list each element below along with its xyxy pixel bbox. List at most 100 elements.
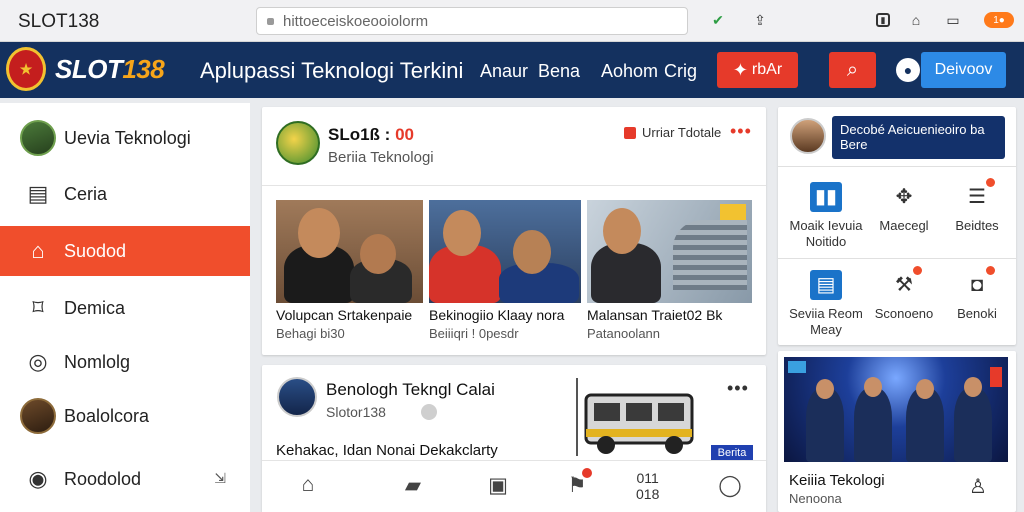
thumbnail-2-title[interactable]: Bekinogiio Klaay nora <box>429 307 564 323</box>
clock-bottom: 018 <box>636 486 660 502</box>
sidebar: Uevia Teknologi ▤ Ceria ⌂ Suodod ⌑ Demic… <box>0 103 250 512</box>
more-options-icon[interactable]: ••• <box>730 121 752 142</box>
home-icon[interactable]: ⌂ <box>293 470 323 500</box>
live-flag-icon <box>990 367 1002 387</box>
nav-link-2[interactable]: Bena <box>538 61 580 82</box>
sidebar-item-label: Uevia Teknologi <box>64 127 191 148</box>
post-author[interactable]: SLo1ß : 00 <box>328 125 414 145</box>
sidebar-item-nomlolg[interactable]: ◎ Nomlolg <box>0 337 250 387</box>
tag-icon: ⌑ <box>32 295 44 320</box>
page-avatar[interactable] <box>276 121 320 165</box>
address-text: hittoeceiskoeooiolorm <box>283 13 429 30</box>
expand-icon[interactable]: ⇲ <box>214 470 226 487</box>
alert-dot <box>913 266 922 275</box>
news-thumbnail-1[interactable] <box>276 200 423 303</box>
more-options-icon[interactable]: ••• <box>727 378 749 399</box>
post-author-accent: 00 <box>395 125 414 144</box>
right-button[interactable]: Deivoov <box>921 52 1006 88</box>
grid-item-maecegl[interactable]: ✥ Maecegl <box>866 182 942 234</box>
search-icon: ⌕ <box>846 58 859 81</box>
user-avatar-icon <box>20 120 56 156</box>
sidebar-item-boalolcora[interactable]: Boalolcora <box>0 391 250 441</box>
sidebar-item-suodod[interactable]: ⌂ Suodod <box>0 226 250 276</box>
layers-icon: ☰ <box>961 178 995 212</box>
sidebar-item-roodolod[interactable]: ◉ Roodolod ⇲ <box>0 454 250 504</box>
sidebar-item-demica[interactable]: ⌑ Demica <box>0 283 250 333</box>
chat-icon[interactable]: ▰ <box>398 470 428 500</box>
reader-icon[interactable]: ▮ <box>876 13 890 27</box>
sidebar-item-label: Roodolod <box>64 468 142 489</box>
search-button[interactable]: ⌕ <box>829 52 876 88</box>
site-header: ★ SLOT138 Aplupassi Teknologi Terkini An… <box>0 42 1024 98</box>
clock: 011 018 <box>636 470 659 502</box>
home-outline-icon: ⌂ <box>31 238 45 263</box>
author-avatar[interactable] <box>277 377 317 417</box>
divider <box>576 378 578 456</box>
alert-dot <box>986 178 995 187</box>
share-icon[interactable]: ⇪ <box>750 10 770 30</box>
brand-logo[interactable]: SLOT138 <box>55 54 165 85</box>
badge-icon: ✥ <box>895 186 913 208</box>
inbox-icon[interactable]: ▣ <box>483 470 513 500</box>
category-tag[interactable]: Berita <box>711 445 753 461</box>
wallet-icon[interactable]: ▭ <box>943 10 963 30</box>
action-button[interactable]: ✦ rbAr <box>717 52 798 88</box>
sidebar-item-label: Boalolcora <box>64 405 150 426</box>
thumbnail-3-title[interactable]: Malansan Traiet02 Bk <box>587 307 722 323</box>
shield-check-icon[interactable]: ✔ <box>708 10 728 30</box>
unread-dot <box>582 468 592 478</box>
thumbnail-1-title[interactable]: Volupcan Srtakenpaie <box>276 307 412 323</box>
id-card-icon: ▤ <box>27 181 49 206</box>
action-button-label: rbAr <box>751 61 783 78</box>
alert-dot <box>986 266 995 275</box>
video-title[interactable]: Keiiia Tekologi <box>789 472 885 489</box>
post-author-name: SLo1ß : <box>328 125 396 144</box>
divider <box>262 185 766 186</box>
thumbnail-1-meta: Behagi bi30 <box>276 326 345 341</box>
sidebar-item-uevia[interactable]: Uevia Teknologi <box>0 113 250 163</box>
video-thumbnail[interactable] <box>784 357 1008 462</box>
notifications-icon[interactable]: ⚑ <box>562 468 592 500</box>
lock-icon <box>267 18 274 25</box>
globe-icon <box>421 404 437 420</box>
notification-badge[interactable]: 1● <box>984 12 1014 28</box>
sidebar-item-label: Nomlolg <box>64 351 131 372</box>
video-subtitle: Nenoona <box>789 491 842 506</box>
post-2-body: Kehakac, Idan Nonai Dekakclarty <box>276 442 498 459</box>
nav-link-1[interactable]: Anaur <box>480 61 528 82</box>
document-icon: ▤ <box>810 270 842 300</box>
thumbnail-2-meta: Beiiiqri ! 0pesdr <box>429 326 519 341</box>
grid-item-label: Maecegl <box>879 218 929 233</box>
post-2-author[interactable]: Benologh Tekngl Calai <box>326 380 495 400</box>
browser-tab-title[interactable]: SLOT138 <box>18 11 99 33</box>
grid-item-label: Benoki <box>957 306 997 321</box>
sidebar-item-ceria[interactable]: ▤ Ceria <box>0 169 250 219</box>
logo-seal-icon[interactable]: ★ <box>6 47 46 91</box>
profile-icon[interactable]: ◯ <box>715 470 745 500</box>
truck-image[interactable] <box>582 385 697 457</box>
promo-banner[interactable]: Decobé Aeicuenieoiro ba Bere <box>832 116 1005 159</box>
location-icon: ◉ <box>28 466 48 491</box>
follow-button[interactable]: Urriar Tdotale <box>624 125 721 140</box>
grid-item-sconoeno[interactable]: ⚒ Sconoeno <box>866 266 942 322</box>
follow-label: Urriar Tdotale <box>642 125 722 140</box>
thumbnail-3-meta: Patanoolann <box>587 326 661 341</box>
address-bar[interactable]: hittoeceiskoeooiolorm <box>256 7 688 35</box>
header-title: Aplupassi Teknologi Terkini <box>200 58 464 83</box>
grid-item-seviia[interactable]: ▤ Seviia Reom Meay <box>788 270 864 338</box>
grid-item-label: Moaik Ievuia Noitido <box>789 218 863 249</box>
nav-link-3[interactable]: Aohom <box>601 61 658 82</box>
news-thumbnail-2[interactable] <box>429 200 581 303</box>
grid-item-beidtes[interactable]: ☰ Beidtes <box>939 178 1015 234</box>
nav-link-4[interactable]: Crig <box>664 61 697 82</box>
instagram-icon: ◎ <box>28 349 48 374</box>
user-avatar[interactable] <box>790 118 826 154</box>
grid-item-label: Seviia Reom Meay <box>789 306 863 337</box>
chat-bubble-icon[interactable]: ● <box>896 58 920 82</box>
news-thumbnail-3[interactable] <box>587 200 752 303</box>
sidebar-item-label: Ceria <box>64 183 108 204</box>
grid-item-benoki[interactable]: ◘ Benoki <box>939 266 1015 322</box>
user-settings-icon[interactable]: ♙ <box>969 474 987 499</box>
home-icon[interactable]: ⌂ <box>906 10 926 30</box>
grid-item-moaik[interactable]: ▮▮ Moaik Ievuia Noitido <box>788 182 864 250</box>
